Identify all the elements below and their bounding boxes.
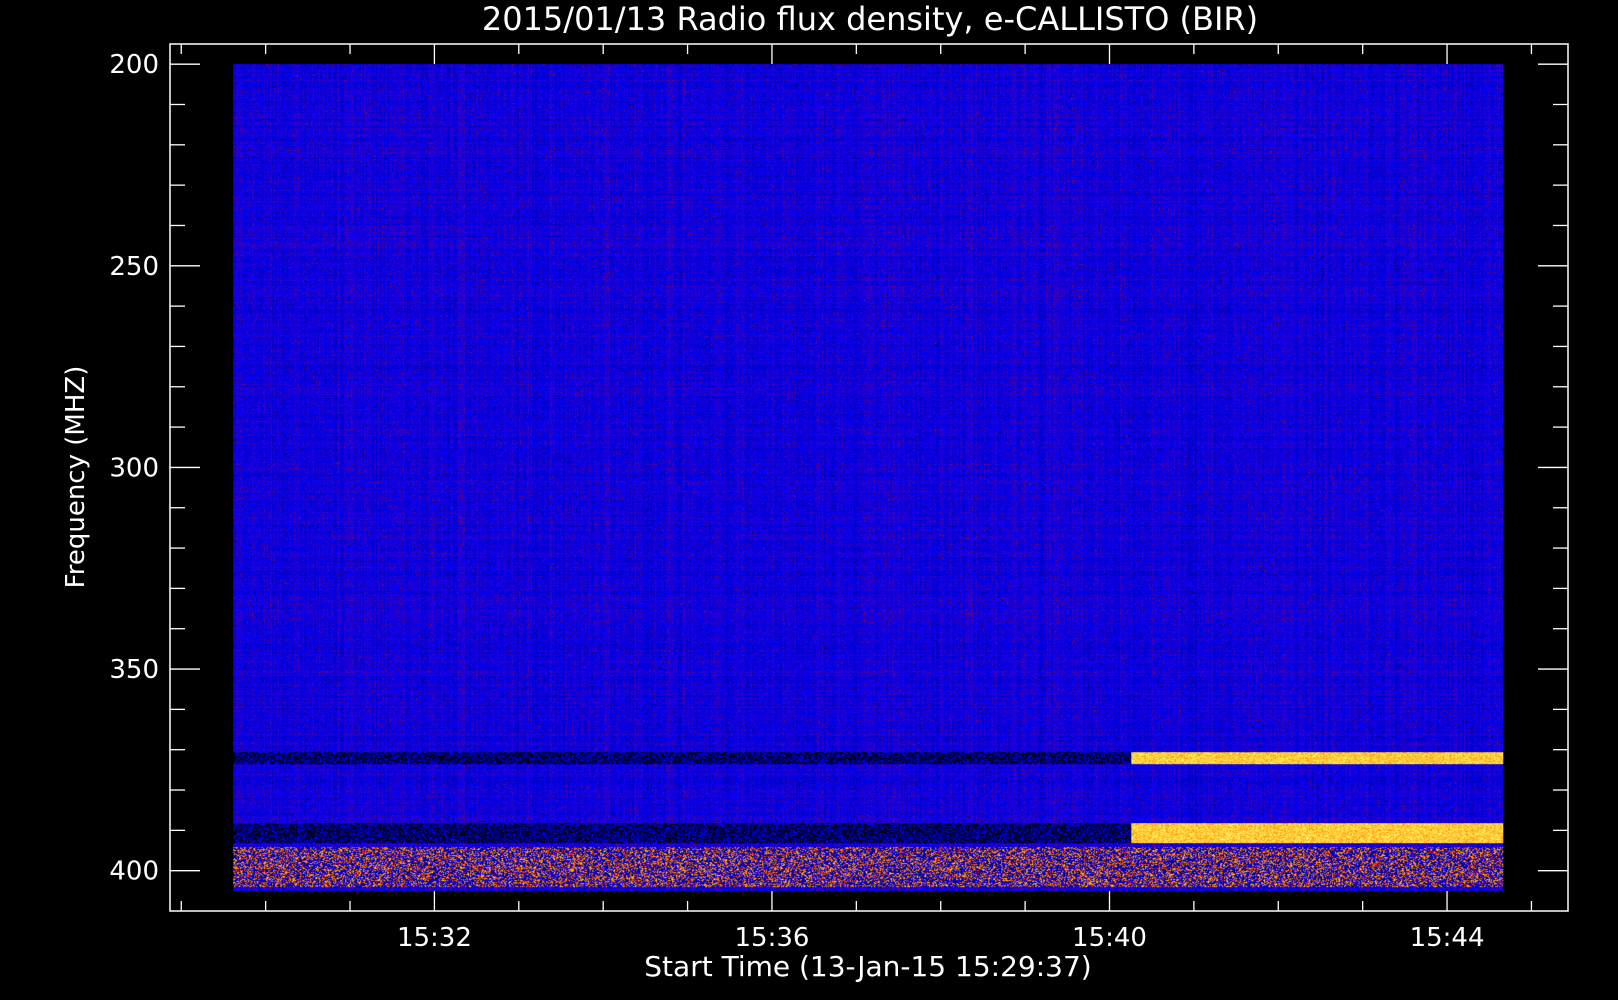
y-tick-label: 300	[109, 453, 159, 483]
spectrogram-chart: 2015/01/13 Radio flux density, e-CALLIST…	[0, 0, 1618, 1000]
spectrogram-heatmap	[233, 64, 1504, 892]
chart-title: 2015/01/13 Radio flux density, e-CALLIST…	[482, 0, 1258, 38]
x-tick-label: 15:44	[1410, 923, 1485, 953]
y-axis-label: Frequency (MHZ)	[61, 366, 91, 589]
y-tick-label: 250	[109, 252, 159, 282]
y-tick-label: 200	[109, 50, 159, 80]
x-tick-label: 15:32	[397, 923, 472, 953]
x-axis-label: Start Time (13-Jan-15 15:29:37)	[644, 950, 1091, 983]
x-tick-label: 15:40	[1072, 923, 1147, 953]
y-tick-label: 400	[109, 857, 159, 887]
plot-area	[169, 43, 1569, 912]
x-tick-label: 15:36	[734, 923, 809, 953]
y-tick-label: 350	[109, 655, 159, 685]
